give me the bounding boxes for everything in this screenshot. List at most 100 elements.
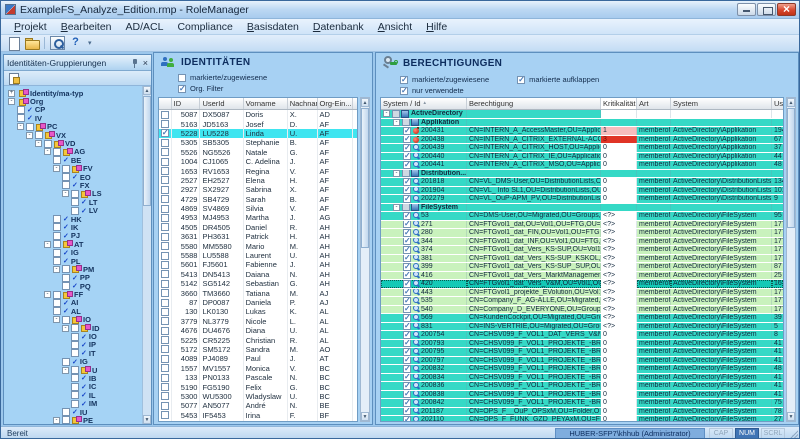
permission-row[interactable]: 535CN=Company_F_AG-ALLE,OU=Migrated,OU=G… — [381, 297, 783, 306]
row-checkbox[interactable] — [161, 289, 169, 297]
row-checkbox[interactable] — [161, 336, 169, 344]
row-checkbox[interactable] — [161, 158, 169, 166]
tree-checkbox[interactable] — [53, 249, 61, 257]
menu-item-datenbank[interactable]: Datenbank — [306, 20, 371, 34]
tree-checkbox[interactable] — [53, 223, 61, 231]
tree-node-ig[interactable]: ✓IG — [6, 358, 151, 366]
table-row[interactable]: 1004CJ1065C. AdelinaJ.AF — [159, 157, 357, 166]
table-row[interactable]: 4676DU4676DianaU.AL — [159, 326, 357, 335]
row-checkbox[interactable] — [161, 120, 169, 128]
tree-expander-icon[interactable]: - — [44, 291, 51, 298]
scroll-down-icon[interactable]: ▼ — [143, 415, 151, 424]
permission-row[interactable]: 200842CN=CHSV099_F_VOL1_PROJEKTE_-BRANDI… — [381, 399, 783, 408]
tree-expander-icon[interactable]: + — [8, 90, 15, 97]
permission-group-row[interactable]: -Distribution... — [381, 170, 783, 179]
table-row[interactable]: 5163JD5163JosefD.AF — [159, 119, 357, 128]
row-checkbox[interactable] — [161, 317, 169, 325]
permission-checkbox[interactable] — [403, 221, 411, 229]
tree-checkbox[interactable] — [44, 140, 52, 148]
row-checkbox[interactable] — [161, 195, 169, 203]
tree-node-ib[interactable]: ✓IB — [6, 374, 151, 382]
row-checkbox[interactable] — [161, 364, 169, 372]
maximize-button[interactable] — [757, 3, 776, 16]
permission-checkbox[interactable] — [403, 212, 411, 220]
table-row[interactable]: 5225CR5225ChristianR.AL — [159, 335, 357, 344]
tree-expander-icon[interactable]: - — [17, 123, 24, 130]
permission-checkbox[interactable] — [403, 187, 411, 195]
table-row[interactable]: 2927SX2927SabrinaX.AF — [159, 185, 357, 194]
tree-node-ip[interactable]: ✓IP — [6, 341, 151, 349]
group-checkbox[interactable] — [402, 170, 410, 178]
permission-row[interactable]: 374CN=FTGvol1_dat_Vers_KS-SUP,OU=Vol1,OU… — [381, 246, 783, 255]
permission-checkbox[interactable] — [403, 238, 411, 246]
tree-node-im[interactable]: ✓IM — [6, 399, 151, 407]
tree-node-iv[interactable]: ✓IV — [6, 114, 151, 122]
tree-node-al[interactable]: ✓AL — [6, 307, 151, 315]
filter-0[interactable]: markierte/zugewiesene — [400, 74, 489, 85]
column-header[interactable]: Berechtigung — [467, 98, 601, 109]
table-row[interactable]: 3631PH3631PatrickH.AH — [159, 232, 357, 241]
permission-row[interactable]: 200832CN=CHSV099_F_VOL1_PROJEKTE_-BRANDI… — [381, 365, 783, 374]
tree-checkbox[interactable] — [71, 400, 79, 408]
permission-row[interactable]: 443CN=FTGvol1_projekte_EVolution,OU=Vol1… — [381, 289, 783, 298]
tree-checkbox[interactable] — [71, 349, 79, 357]
row-checkbox[interactable] — [161, 411, 169, 419]
tree-checkbox[interactable] — [62, 165, 70, 173]
filter-checkbox[interactable] — [400, 76, 408, 84]
tree-checkbox[interactable] — [71, 190, 79, 198]
tree-expander-icon[interactable]: - — [393, 119, 400, 126]
tree-checkbox[interactable] — [71, 333, 79, 341]
table-row[interactable]: 3779NL3779NicoleL.AL — [159, 317, 357, 326]
row-checkbox[interactable] — [161, 233, 169, 241]
tree-node-cp[interactable]: ✓CP — [6, 106, 151, 114]
tree-node-be[interactable]: ✓BE — [6, 156, 151, 164]
row-checkbox[interactable] — [161, 327, 169, 335]
permission-checkbox[interactable] — [403, 399, 411, 407]
filter-checkbox[interactable] — [178, 85, 186, 93]
tree-checkbox[interactable] — [62, 173, 70, 181]
permission-row[interactable]: 271CN=FTGvol1_dat,OU=Vol1,OU=FTG,OU=Grou… — [381, 221, 783, 230]
scroll-up-icon[interactable]: ▲ — [361, 98, 369, 107]
permission-checkbox[interactable] — [403, 416, 411, 421]
menu-item-projekt[interactable]: Projekt — [7, 20, 54, 34]
permission-checkbox[interactable] — [403, 153, 411, 161]
column-header[interactable]: Nachname — [288, 98, 318, 109]
row-checkbox[interactable] — [161, 205, 169, 213]
table-row[interactable]: 4089PJ4089PaulJ.AT — [159, 354, 357, 363]
preview-icon[interactable] — [50, 36, 65, 50]
tree-checkbox[interactable] — [71, 391, 79, 399]
tree-checkbox[interactable] — [62, 416, 70, 424]
permission-checkbox[interactable] — [403, 408, 411, 416]
table-row[interactable]: 5305SB5305StephanieB.AF — [159, 138, 357, 147]
menu-item-ansicht[interactable]: Ansicht — [371, 20, 419, 34]
row-checkbox[interactable] — [161, 374, 169, 382]
tree-checkbox[interactable] — [53, 156, 61, 164]
column-header[interactable]: System / Id▲ — [381, 98, 467, 109]
tree-checkbox[interactable] — [53, 257, 61, 265]
tree-checkbox[interactable] — [53, 307, 61, 315]
column-header[interactable] — [159, 98, 172, 109]
tree-expander-icon[interactable]: - — [53, 316, 60, 323]
tree-node-lt[interactable]: ✓LT — [6, 198, 151, 206]
permissions-scroll-thumb[interactable] — [787, 108, 795, 228]
tree-node-vx[interactable]: -VX — [6, 131, 151, 139]
tree-node-pl[interactable]: ✓PL — [6, 257, 151, 265]
table-row[interactable]: 4953MJ4953MarthaJ.AG — [159, 213, 357, 222]
tree-node-it[interactable]: ✓IT — [6, 349, 151, 357]
row-checkbox[interactable] — [161, 139, 169, 147]
permission-checkbox[interactable] — [403, 289, 411, 297]
tree-checkbox[interactable] — [35, 131, 43, 139]
tree-node-fv[interactable]: -FV — [6, 165, 151, 173]
table-row[interactable]: 5601FJ5601FabienneJ.AH — [159, 260, 357, 269]
permission-row[interactable]: 540CN=Company_D_EVERYONE,OU=Groups,OU=AG… — [381, 306, 783, 315]
group-checkbox[interactable] — [402, 204, 410, 212]
column-header[interactable]: ID — [172, 98, 201, 109]
column-header[interactable]: UserId — [200, 98, 243, 109]
permission-checkbox[interactable] — [403, 314, 411, 322]
table-row[interactable]: 130LK0130LukasK.AL — [159, 307, 357, 316]
filter-checkbox[interactable] — [400, 87, 408, 95]
row-checkbox[interactable] — [161, 299, 169, 307]
permission-checkbox[interactable] — [403, 391, 411, 399]
row-checkbox[interactable] — [161, 186, 169, 194]
permission-row[interactable]: 202110CN=OPS_F_FUNK_GZD_PEYAxM,OU=Folder… — [381, 416, 783, 421]
